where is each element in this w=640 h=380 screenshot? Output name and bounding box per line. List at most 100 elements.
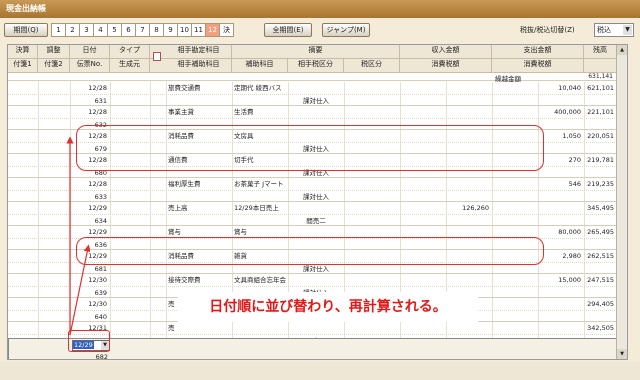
- tax-mode-select[interactable]: 税込 ▼: [594, 23, 634, 37]
- row-account: 接待交際費: [168, 276, 201, 284]
- row-description: 定期代 綾西バス: [234, 84, 282, 92]
- header-balance: 残高: [584, 45, 617, 58]
- row-income: [400, 178, 492, 190]
- header-slip-no: 伝票No.: [70, 59, 110, 72]
- row-balance: 621,101: [587, 84, 614, 92]
- header-source: 生成元: [110, 59, 150, 72]
- row-expense: 10,040: [558, 84, 581, 92]
- window-title: 現金出納帳: [0, 0, 640, 18]
- header-adjust: 調整: [38, 45, 70, 58]
- header-description: 摘要: [232, 45, 400, 58]
- row-description: 12/29本日売上: [234, 204, 279, 212]
- row-expense: 15,000: [558, 276, 581, 284]
- row-line-1: 12/30 接待交際費 文具商組合忘年会 15,000 247,515: [8, 274, 617, 286]
- row-balance: 219,235: [587, 180, 614, 188]
- header-tax: 税区分: [344, 59, 400, 72]
- month-tab-決[interactable]: 決: [219, 23, 234, 37]
- period-button[interactable]: 期間(Q): [4, 23, 48, 37]
- row-line-1: 12/29 売上高 12/29本日売上 126,260 345,495: [8, 202, 617, 214]
- row-account: 事業主貸: [168, 108, 194, 116]
- row-line-2: 634 間売二: [8, 214, 617, 226]
- header-counter-tax: 相手税区分: [288, 59, 344, 72]
- row-account: 売上高: [168, 204, 188, 212]
- header-expense: 支出金額: [492, 45, 584, 58]
- row-income: [400, 274, 492, 286]
- month-tab-10[interactable]: 10: [177, 23, 192, 37]
- row-line-2: 633 課対仕入: [8, 190, 617, 202]
- month-tabs: 1 2 3 4 5 6 7 8 9 10 11 12 決: [51, 23, 234, 37]
- full-period-button[interactable]: 全期間(E): [264, 23, 312, 37]
- header-income: 収入金額: [400, 45, 492, 58]
- row-expense: [492, 298, 584, 310]
- table-row[interactable]: 12/29 売上高 12/29本日売上 126,260 345,495 634 間売二: [8, 202, 617, 226]
- month-tab-12[interactable]: 12: [205, 23, 220, 37]
- row-date: 12/28: [88, 108, 107, 116]
- header-settlement: 決算: [8, 45, 38, 58]
- header-income-tax: 消費税額: [400, 59, 492, 72]
- row-balance: 219,781: [587, 156, 614, 164]
- row-account: 旅費交通費: [168, 84, 201, 92]
- chevron-down-icon[interactable]: ▼: [623, 25, 632, 35]
- arrow-icon: [66, 136, 90, 336]
- carry-balance: 631,141: [588, 73, 613, 80]
- month-tab-9[interactable]: 9: [163, 23, 178, 37]
- row-expense: [492, 202, 584, 214]
- row-balance: 220,051: [587, 132, 614, 140]
- header-row-2: 付箋1 付箋2 伝票No. 生成元 相手補助科目 補助科目 相手税区分 税区分 …: [8, 59, 617, 73]
- row-expense: 546: [568, 180, 581, 188]
- month-tab-6[interactable]: 6: [121, 23, 136, 37]
- month-tab-2[interactable]: 2: [65, 23, 80, 37]
- memo-icon[interactable]: [153, 52, 161, 61]
- month-tab-7[interactable]: 7: [135, 23, 150, 37]
- carry-row: 繰越金額 631,141: [8, 73, 617, 83]
- row-balance: 294,405: [587, 300, 614, 308]
- row-account: 売: [168, 324, 175, 332]
- month-tab-3[interactable]: 3: [79, 23, 94, 37]
- row-account: 福利厚生費: [168, 180, 201, 188]
- scroll-up-icon[interactable]: ▲: [617, 45, 627, 55]
- month-tab-11[interactable]: 11: [191, 23, 206, 37]
- month-tab-5[interactable]: 5: [107, 23, 122, 37]
- scroll-down-icon[interactable]: ▼: [617, 349, 627, 359]
- row-balance: 345,495: [587, 204, 614, 212]
- row-description: お茶菓子 Jマート: [234, 180, 284, 188]
- row-income: [400, 322, 492, 334]
- header-counter-account: 相手勘定科目: [166, 45, 232, 58]
- row-balance: 247,515: [587, 276, 614, 284]
- header-row-1: 決算 調整 日付 タイプ 相手勘定科目 摘要 収入金額 支出金額 残高: [8, 45, 617, 59]
- row-line-1: 12/28 旅費交通費 定期代 綾西バス 10,040 621,101: [8, 82, 617, 94]
- header-expense-tax: 消費税額: [492, 59, 584, 72]
- row-income: [400, 106, 492, 118]
- status-bar: [0, 362, 640, 380]
- month-tab-4[interactable]: 4: [93, 23, 108, 37]
- header-tag2: 付箋2: [38, 59, 70, 72]
- row-expense: 400,000: [554, 108, 581, 116]
- row-balance: 342,505: [587, 324, 614, 332]
- highlight-box-top: [76, 125, 544, 171]
- month-tab-1[interactable]: 1: [51, 23, 66, 37]
- edit-slip-no: 682: [95, 353, 108, 360]
- header-counter-sub: 相手補助科目: [166, 59, 232, 72]
- row-balance: 221,101: [587, 108, 614, 116]
- row-income: [400, 82, 492, 94]
- header-sub: 補助科目: [232, 59, 288, 72]
- jump-button[interactable]: ジャンプ(M): [322, 23, 370, 37]
- row-description: 文具商組合忘年会: [234, 276, 286, 284]
- header-type: タイプ: [110, 45, 150, 58]
- tax-toggle-label: 税抜/税込切替(Z): [520, 26, 575, 34]
- row-description: 生活費: [234, 108, 254, 116]
- highlight-box-mid: [76, 237, 544, 265]
- row-line-2: 631 課対仕入: [8, 94, 617, 106]
- month-tab-8[interactable]: 8: [149, 23, 164, 37]
- row-line-1: 12/28 事業主貸 生活費 400,000 221,101: [8, 106, 617, 118]
- annotation-text: 日付順に並び替わり、再計算される。: [178, 292, 478, 322]
- table-row[interactable]: 12/28 旅費交通費 定期代 綾西バス 10,040 621,101 631 課対仕入: [8, 82, 617, 106]
- table-row[interactable]: 12/28 福利厚生費 お茶菓子 Jマート 546 219,235 633 課対仕入: [8, 178, 617, 202]
- row-income: 126,260: [462, 204, 489, 212]
- row-balance: 265,495: [587, 228, 614, 236]
- vertical-scrollbar[interactable]: ▲ ▼: [616, 45, 627, 359]
- row-balance: 262,515: [587, 252, 614, 260]
- row-line-1: 12/28 福利厚生費 お茶菓子 Jマート 546 219,235: [8, 178, 617, 190]
- header-date: 日付: [70, 45, 110, 58]
- row-date: 12/28: [88, 84, 107, 92]
